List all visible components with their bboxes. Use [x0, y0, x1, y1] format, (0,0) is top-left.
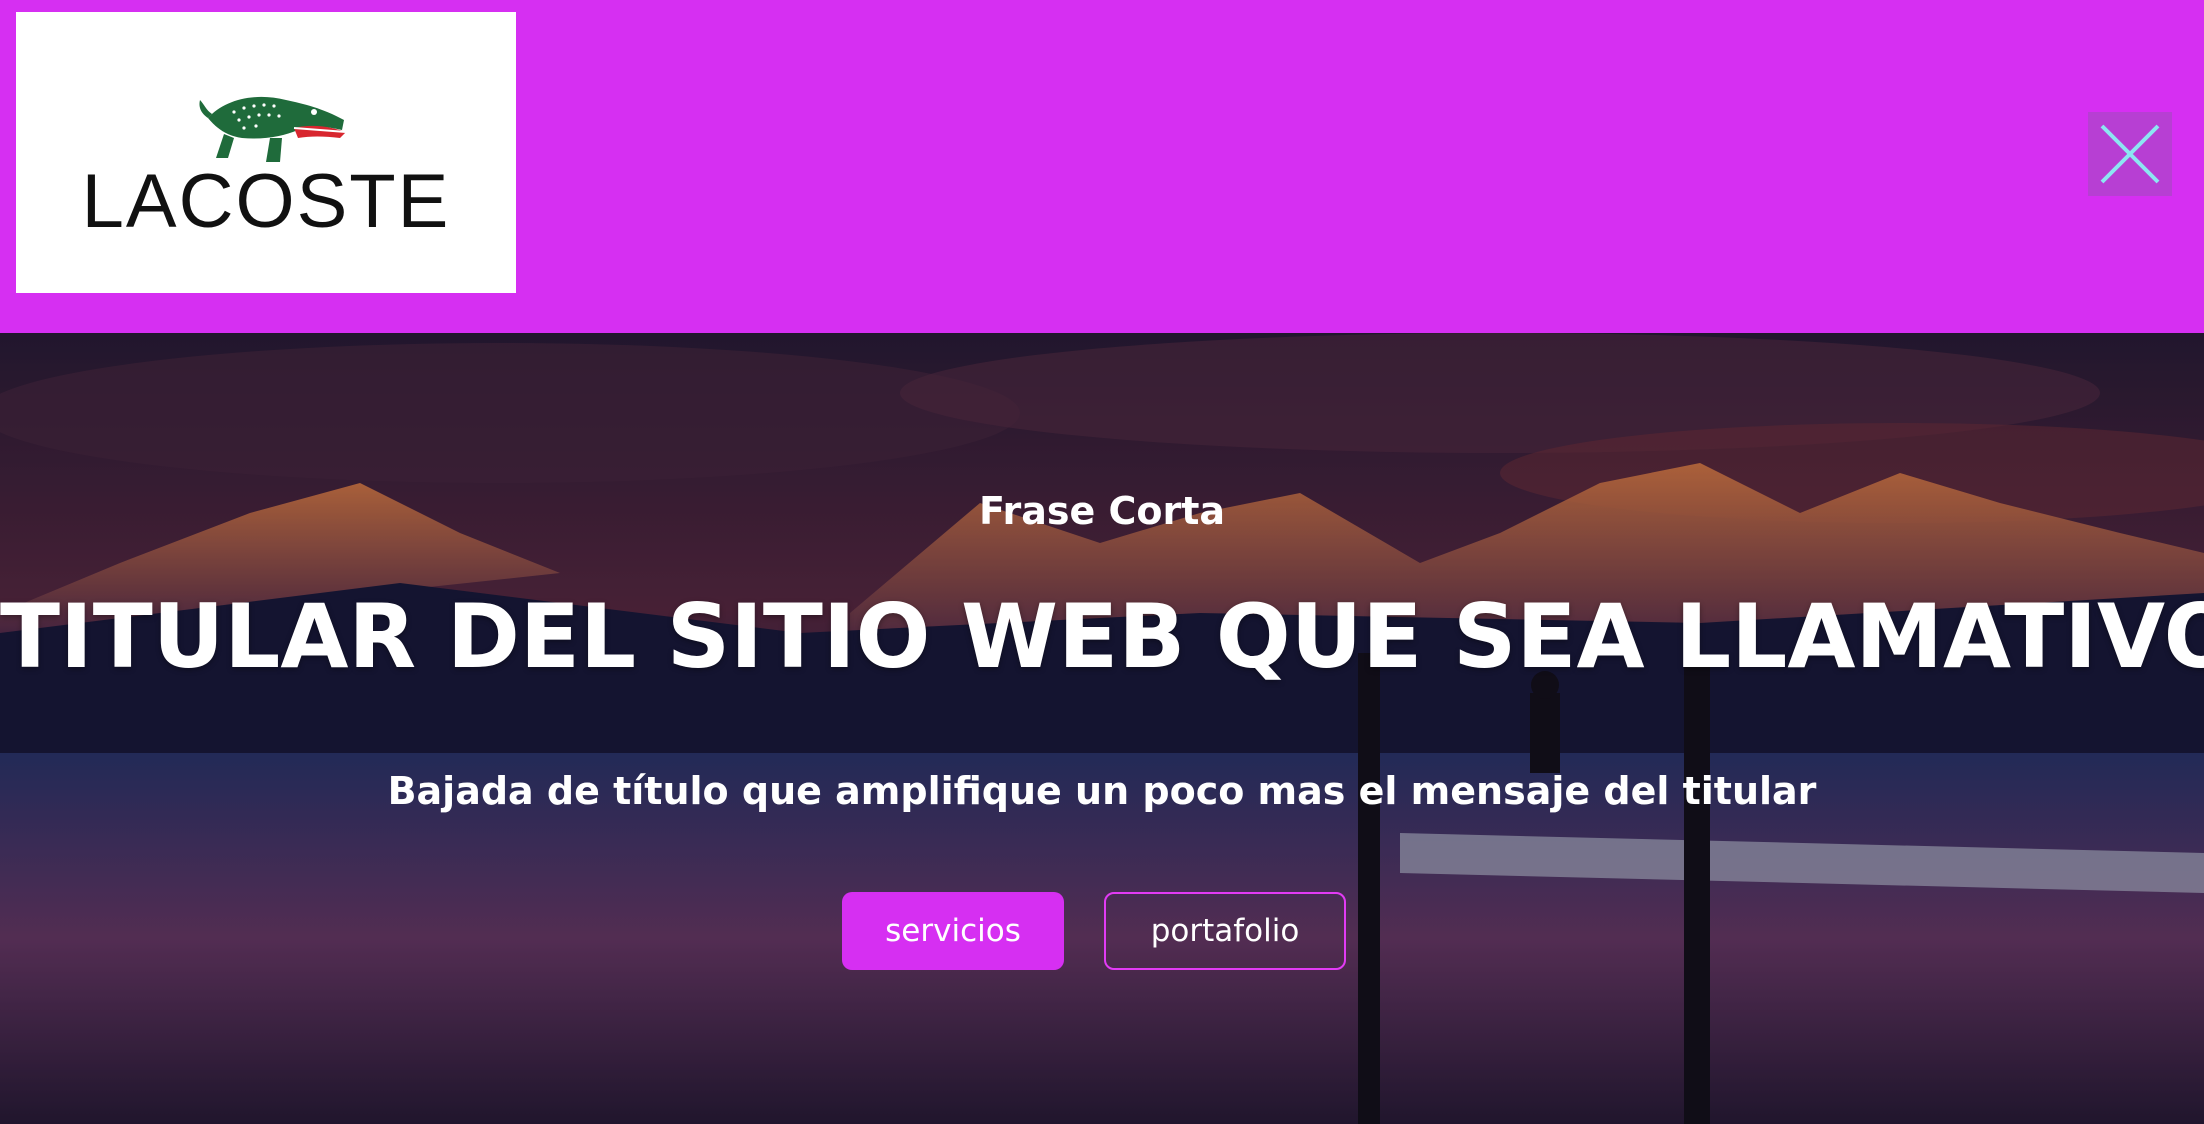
- hero-eyebrow: Frase Corta: [978, 489, 1226, 533]
- hero-subheadline: Bajada de título que amplifique un poco …: [387, 769, 1817, 813]
- hero-content: Frase Corta TITULAR DEL SITIO WEB QUE SE…: [0, 333, 2204, 1124]
- close-button[interactable]: [2088, 112, 2172, 196]
- hero-headline: TITULAR DEL SITIO WEB QUE SEA LLAMATIVO: [0, 585, 2204, 688]
- brand-name: LACOSTE: [81, 159, 451, 244]
- site-header: LACOSTE: [0, 0, 2204, 333]
- hero-section: Frase Corta TITULAR DEL SITIO WEB QUE SE…: [0, 333, 2204, 1124]
- portfolio-button[interactable]: portafolio: [1104, 892, 1346, 970]
- brand-logo[interactable]: LACOSTE: [16, 12, 516, 293]
- services-button[interactable]: servicios: [842, 892, 1064, 970]
- close-icon: [2100, 124, 2160, 184]
